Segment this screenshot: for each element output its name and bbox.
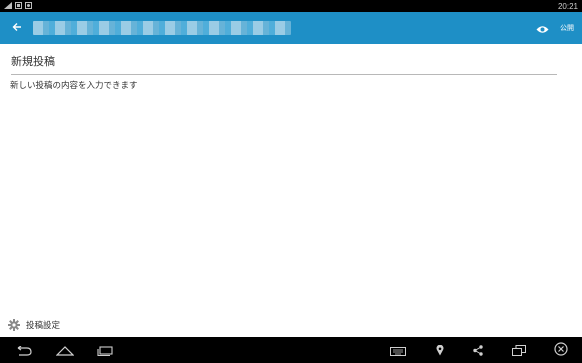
back-icon [14,341,32,360]
share-icon [473,341,483,360]
location-icon [436,341,444,360]
app-bar: 公開 [0,12,582,44]
close-circle-icon [554,341,568,360]
app-title [33,21,291,35]
status-icons [0,1,32,11]
close-button[interactable] [550,337,572,363]
keyboard-button[interactable] [386,337,410,363]
post-body-input[interactable]: 新しい投稿の内容を入力できます [10,79,570,91]
arrow-left-icon [12,21,22,35]
preview-button[interactable] [534,20,550,36]
publish-button[interactable]: 公開 [560,23,574,33]
keyboard-icon [390,341,406,360]
post-settings-button[interactable]: 投稿設定 [8,318,60,332]
navigation-bar [0,337,582,363]
status-bar: 20:21 [0,0,582,12]
window-button[interactable] [508,337,530,363]
window-icon [512,341,526,360]
location-button[interactable] [430,337,450,363]
signal-icon [4,1,12,11]
nav-back-button[interactable] [8,337,38,363]
recent-apps-icon [97,341,113,360]
back-button[interactable] [5,16,29,40]
share-button[interactable] [468,337,488,363]
photo-icon [25,1,32,11]
image-icon [15,1,22,11]
eye-icon [536,19,549,38]
home-icon [55,341,75,360]
gear-icon [8,319,20,331]
post-settings-label: 投稿設定 [26,321,61,331]
nav-home-button[interactable] [50,337,80,363]
post-title-input[interactable]: 新規投稿 [11,53,557,75]
status-time: 20:21 [557,1,578,11]
nav-recent-apps-button[interactable] [90,337,120,363]
